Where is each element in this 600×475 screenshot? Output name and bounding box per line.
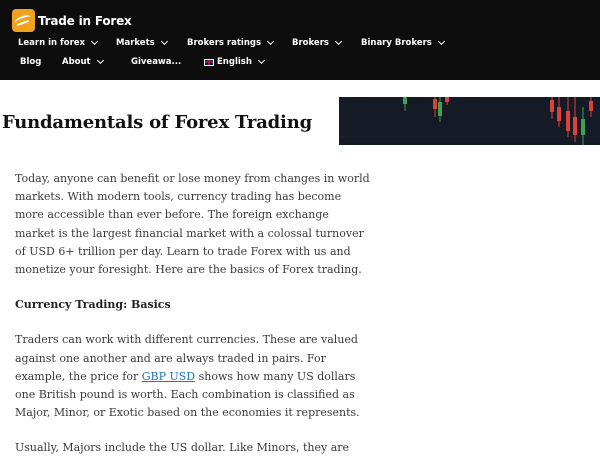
nav-label: English [217, 57, 252, 67]
nav-label: Binary Brokers [361, 38, 432, 48]
nav-label: About [62, 57, 91, 67]
chart-banner-image [339, 97, 600, 145]
nav-brokers[interactable]: Brokers [292, 37, 342, 48]
intro-paragraph: Today, anyone can benefit or lose money … [15, 172, 370, 277]
pairs-paragraph: Traders can work with different currenci… [15, 331, 370, 422]
nav-markets[interactable]: Markets [116, 37, 168, 48]
nav-label: Blog [20, 57, 42, 67]
chevron-down-icon [266, 37, 275, 46]
chevron-down-icon [90, 37, 99, 46]
chevron-down-icon [257, 56, 265, 65]
article-body: Today, anyone can benefit or lose money … [15, 170, 370, 475]
majors-paragraph: Usually, Majors include the US dollar. L… [15, 441, 350, 455]
nav-label: Brokers ratings [187, 38, 262, 48]
nav-label: Giveawa... [131, 57, 182, 67]
uk-flag-icon [204, 58, 214, 66]
nav-label: Brokers [292, 38, 329, 48]
top-navigation-bar: Trade in Forex Learn in forex Markets Br… [0, 0, 600, 80]
site-logo[interactable]: Trade in Forex [12, 9, 132, 32]
nav-label: Markets [116, 38, 155, 48]
candlestick-chart-icon [339, 97, 600, 145]
chevron-down-icon [96, 56, 104, 65]
chevron-down-icon [160, 37, 168, 46]
nav-giveaways[interactable]: Giveawa... [131, 57, 181, 67]
nav-blog[interactable]: Blog [20, 57, 41, 67]
nav-learn-in-forex[interactable]: Learn in forex [18, 37, 99, 48]
logo-text: Trade in Forex [38, 13, 132, 28]
page-title: Fundamentals of Forex Trading [2, 112, 312, 133]
nav-about[interactable]: About [62, 56, 104, 67]
chevron-down-icon [334, 37, 342, 46]
section-heading: Currency Trading: Basics [15, 298, 171, 312]
nav-brokers-ratings[interactable]: Brokers ratings [187, 37, 275, 48]
logo-icon [12, 9, 35, 32]
gbp-usd-link[interactable]: GBP USD [142, 370, 195, 383]
nav-label: Learn in forex [18, 38, 86, 48]
page-header: Fundamentals of Forex Trading [0, 97, 600, 145]
chevron-down-icon [437, 37, 445, 46]
nav-language-english[interactable]: English [204, 56, 265, 67]
nav-binary-brokers[interactable]: Binary Brokers [361, 37, 445, 48]
